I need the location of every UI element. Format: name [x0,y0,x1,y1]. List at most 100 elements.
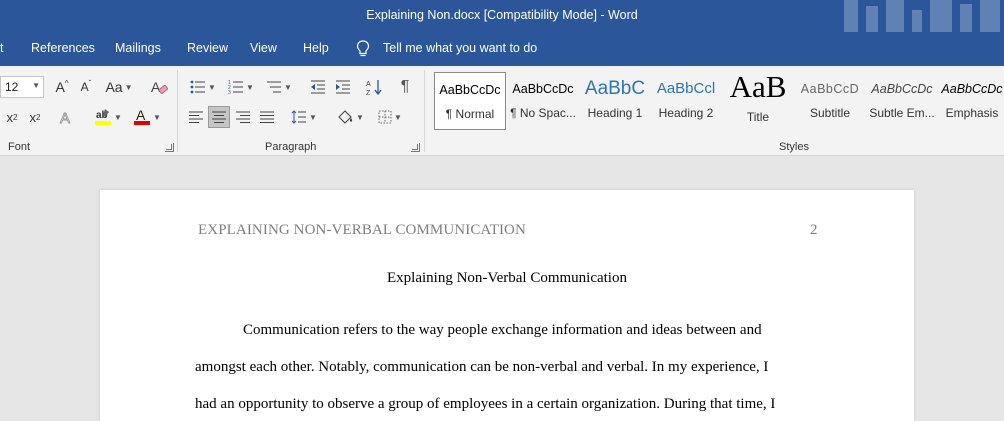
text-effects-icon: A [60,110,71,126]
svg-text:A: A [366,81,371,88]
line-spacing-button[interactable]: ▼ [288,106,320,128]
caret-down-icon: ˇ [88,78,92,88]
grow-font-label: A [55,79,65,95]
sort-button[interactable]: A Z [364,76,384,98]
font-size-box[interactable]: 12 ▼ [0,76,44,98]
justify-button[interactable] [257,106,277,128]
style-normal[interactable]: AaBbCcDc ¶ Normal [434,72,506,130]
increase-indent-button[interactable] [333,76,353,98]
style-name: Subtle Em... [869,106,935,120]
highlighter-icon: ab [95,109,112,125]
style-no-spacing[interactable]: AaBbCcDc ¶ No Spac... [509,72,577,130]
style-subtitle[interactable]: AaBbCcD Subtitle [796,72,864,130]
highlight-button[interactable]: ab ▼ [93,106,123,128]
group-divider [424,70,425,152]
style-subtle-emphasis[interactable]: AaBbCcDc Subtle Em... [868,72,936,130]
style-emphasis[interactable]: AaBbCcDc Emphasis [940,72,1004,130]
style-name: ¶ No Spac... [510,106,576,120]
align-left-button[interactable] [186,106,206,128]
font-group-label: Font [8,141,31,153]
tab-view[interactable]: View [250,41,277,55]
chevron-down-icon: ▼ [208,82,216,92]
running-header: EXPLAINING NON-VERBAL COMMUNICATION [198,222,526,238]
style-name: Heading 2 [658,106,714,120]
font-dialog-launcher-icon[interactable] [165,143,174,152]
bullet-list-icon [190,80,206,94]
style-sample: AaBbCcDc [941,82,1003,96]
align-right-icon [236,111,250,123]
styles-group-label: Styles [779,141,809,153]
superscript-button[interactable]: x2 [25,106,45,128]
document-title: Explaining Non-Verbal Communication [387,270,627,286]
paragraph-dialog-launcher-icon[interactable] [411,143,420,152]
paragraph-line: had an opportunity to observe a group of… [195,396,776,412]
change-case-button[interactable]: Aa ▼ [103,76,135,98]
shading-button[interactable]: ▼ [334,106,366,128]
numbered-list-icon: 1 2 3 [228,80,244,94]
svg-text:A: A [136,107,146,123]
tab-references[interactable]: References [31,41,95,55]
style-name: Heading 1 [587,106,643,120]
style-heading-2[interactable]: AaBbCcl Heading 2 [652,72,720,130]
style-name: ¶ Normal [445,107,495,121]
change-case-label: Aa [105,79,123,95]
decrease-indent-icon [311,80,325,94]
increase-indent-icon [336,80,350,94]
chevron-down-icon: ▼ [32,81,40,90]
tab-review[interactable]: Review [187,41,228,55]
style-name: Emphasis [945,106,999,120]
font-color-icon: A [134,107,151,125]
titlebar-decoration [844,0,1000,32]
align-right-button[interactable] [233,106,253,128]
subscript-button[interactable]: x2 [2,106,22,128]
style-title[interactable]: AaB Title [724,72,792,130]
chevron-down-icon: ▼ [124,82,133,92]
svg-text:3: 3 [228,90,231,94]
tab-layout[interactable]: t [0,41,3,55]
style-sample: AaBbCcDc [512,82,574,96]
style-heading-1[interactable]: AaBbC Heading 1 [581,72,649,130]
ribbon-tabs: t References Mailings Review View Help T… [0,32,1004,66]
clear-formatting-button[interactable]: A [148,76,170,98]
multilevel-list-button[interactable]: ▼ [263,76,295,98]
shrink-font-label: A [80,80,89,94]
pilcrow-icon: ¶ [400,78,410,95]
show-formatting-button[interactable]: ¶ [395,76,415,98]
grow-font-button[interactable]: A ^ [52,76,72,98]
tell-me-search[interactable]: Tell me what you want to do [383,41,537,55]
font-size-value: 12 [5,80,19,94]
style-sample: AaBbCcDc [439,83,501,97]
numbering-button[interactable]: 1 2 3 ▼ [225,76,257,98]
subscript-digit: 2 [13,112,18,122]
style-name: Title [746,110,770,124]
shrink-font-button[interactable]: A ˇ [76,76,96,98]
paragraph-line: Communication refers to the way people e… [243,322,762,338]
ribbon: 12 ▼ A ^ A ˇ Aa ▼ A x2 x2 A ab ▼ A ▼ Fon… [0,66,1004,156]
style-sample: AaB [729,72,787,104]
clear-formatting-icon: A [151,79,168,95]
styles-gallery: AaBbCcDc ¶ Normal AaBbCcDc ¶ No Spac... … [430,72,1004,134]
borders-button[interactable]: ▼ [374,106,406,128]
svg-text:A: A [60,110,70,126]
bullets-button[interactable]: ▼ [187,76,219,98]
page-number: 2 [810,222,818,238]
document-page[interactable]: EXPLAINING NON-VERBAL COMMUNICATION 2 Ex… [100,190,914,421]
style-sample: AaBbCcDc [871,82,933,96]
decrease-indent-button[interactable] [308,76,328,98]
tab-help[interactable]: Help [303,41,329,55]
text-effects-button[interactable]: A [56,106,78,128]
lightbulb-icon[interactable] [356,40,370,58]
sort-icon: A Z [366,80,382,96]
chevron-down-icon: ▼ [356,112,364,122]
align-center-button[interactable] [208,106,230,128]
line-spacing-icon [291,110,307,124]
svg-text:Z: Z [366,90,371,96]
paint-bucket-icon [338,110,353,124]
tab-mailings[interactable]: Mailings [115,41,161,55]
style-sample: AaBbCcl [656,80,716,97]
justify-icon [260,111,274,123]
chevron-down-icon: ▼ [153,112,161,122]
align-center-icon [212,111,226,123]
font-color-button[interactable]: A ▼ [132,106,162,128]
align-left-icon [189,111,203,123]
